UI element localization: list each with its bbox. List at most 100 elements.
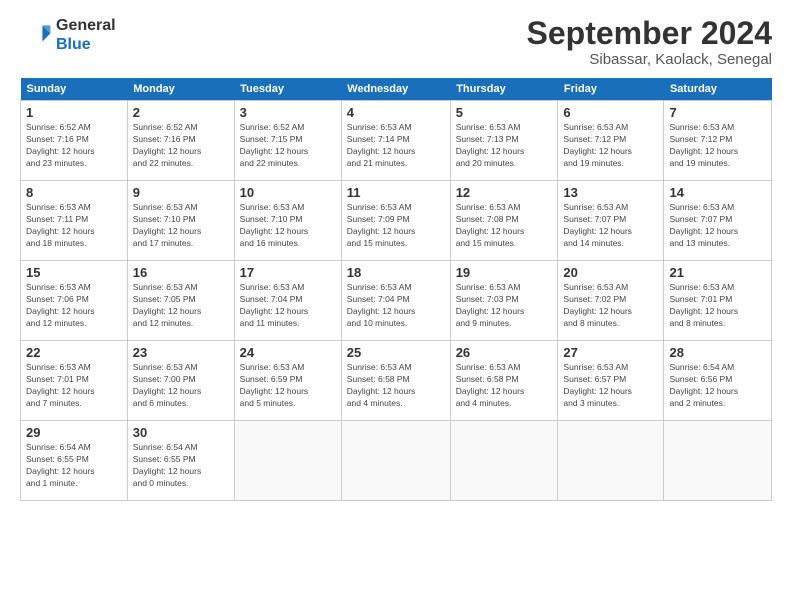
day-number: 29 bbox=[26, 425, 122, 440]
table-row bbox=[234, 421, 341, 501]
day-info: Sunrise: 6:53 AMSunset: 7:07 PMDaylight:… bbox=[563, 202, 658, 250]
day-info: Sunrise: 6:53 AMSunset: 6:58 PMDaylight:… bbox=[347, 362, 445, 410]
table-row: 22 Sunrise: 6:53 AMSunset: 7:01 PMDaylig… bbox=[21, 341, 128, 421]
day-number: 12 bbox=[456, 185, 553, 200]
col-saturday: Saturday bbox=[664, 78, 772, 101]
calendar-week-2: 8 Sunrise: 6:53 AMSunset: 7:11 PMDayligh… bbox=[21, 181, 772, 261]
day-info: Sunrise: 6:53 AMSunset: 6:59 PMDaylight:… bbox=[240, 362, 336, 410]
calendar-week-4: 22 Sunrise: 6:53 AMSunset: 7:01 PMDaylig… bbox=[21, 341, 772, 421]
col-friday: Friday bbox=[558, 78, 664, 101]
day-info: Sunrise: 6:53 AMSunset: 7:01 PMDaylight:… bbox=[26, 362, 122, 410]
day-number: 25 bbox=[347, 345, 445, 360]
day-number: 24 bbox=[240, 345, 336, 360]
col-wednesday: Wednesday bbox=[341, 78, 450, 101]
day-number: 20 bbox=[563, 265, 658, 280]
header: General Blue September 2024 Sibassar, Ka… bbox=[20, 16, 772, 68]
table-row: 2 Sunrise: 6:52 AMSunset: 7:16 PMDayligh… bbox=[127, 101, 234, 181]
day-number: 21 bbox=[669, 265, 766, 280]
month-title: September 2024 bbox=[527, 16, 772, 51]
day-number: 1 bbox=[26, 105, 122, 120]
table-row: 8 Sunrise: 6:53 AMSunset: 7:11 PMDayligh… bbox=[21, 181, 128, 261]
day-info: Sunrise: 6:54 AMSunset: 6:56 PMDaylight:… bbox=[669, 362, 766, 410]
day-info: Sunrise: 6:53 AMSunset: 7:10 PMDaylight:… bbox=[133, 202, 229, 250]
day-number: 4 bbox=[347, 105, 445, 120]
col-monday: Monday bbox=[127, 78, 234, 101]
table-row: 20 Sunrise: 6:53 AMSunset: 7:02 PMDaylig… bbox=[558, 261, 664, 341]
day-number: 22 bbox=[26, 345, 122, 360]
day-number: 7 bbox=[669, 105, 766, 120]
day-info: Sunrise: 6:53 AMSunset: 7:08 PMDaylight:… bbox=[456, 202, 553, 250]
day-info: Sunrise: 6:52 AMSunset: 7:15 PMDaylight:… bbox=[240, 122, 336, 170]
table-row: 25 Sunrise: 6:53 AMSunset: 6:58 PMDaylig… bbox=[341, 341, 450, 421]
table-row: 4 Sunrise: 6:53 AMSunset: 7:14 PMDayligh… bbox=[341, 101, 450, 181]
day-info: Sunrise: 6:53 AMSunset: 7:11 PMDaylight:… bbox=[26, 202, 122, 250]
day-info: Sunrise: 6:53 AMSunset: 7:09 PMDaylight:… bbox=[347, 202, 445, 250]
calendar-week-5: 29 Sunrise: 6:54 AMSunset: 6:55 PMDaylig… bbox=[21, 421, 772, 501]
day-number: 8 bbox=[26, 185, 122, 200]
day-info: Sunrise: 6:53 AMSunset: 7:04 PMDaylight:… bbox=[240, 282, 336, 330]
day-info: Sunrise: 6:53 AMSunset: 7:07 PMDaylight:… bbox=[669, 202, 766, 250]
table-row: 18 Sunrise: 6:53 AMSunset: 7:04 PMDaylig… bbox=[341, 261, 450, 341]
day-number: 28 bbox=[669, 345, 766, 360]
table-row: 12 Sunrise: 6:53 AMSunset: 7:08 PMDaylig… bbox=[450, 181, 558, 261]
day-number: 19 bbox=[456, 265, 553, 280]
day-info: Sunrise: 6:53 AMSunset: 7:04 PMDaylight:… bbox=[347, 282, 445, 330]
day-info: Sunrise: 6:52 AMSunset: 7:16 PMDaylight:… bbox=[133, 122, 229, 170]
day-number: 2 bbox=[133, 105, 229, 120]
table-row: 6 Sunrise: 6:53 AMSunset: 7:12 PMDayligh… bbox=[558, 101, 664, 181]
table-row: 28 Sunrise: 6:54 AMSunset: 6:56 PMDaylig… bbox=[664, 341, 772, 421]
day-number: 10 bbox=[240, 185, 336, 200]
table-row bbox=[664, 421, 772, 501]
day-number: 9 bbox=[133, 185, 229, 200]
day-info: Sunrise: 6:53 AMSunset: 7:02 PMDaylight:… bbox=[563, 282, 658, 330]
day-info: Sunrise: 6:53 AMSunset: 6:57 PMDaylight:… bbox=[563, 362, 658, 410]
day-number: 18 bbox=[347, 265, 445, 280]
logo-blue-text: Blue bbox=[56, 36, 91, 53]
calendar-week-3: 15 Sunrise: 6:53 AMSunset: 7:06 PMDaylig… bbox=[21, 261, 772, 341]
table-row: 24 Sunrise: 6:53 AMSunset: 6:59 PMDaylig… bbox=[234, 341, 341, 421]
table-row: 7 Sunrise: 6:53 AMSunset: 7:12 PMDayligh… bbox=[664, 101, 772, 181]
table-row bbox=[558, 421, 664, 501]
day-info: Sunrise: 6:53 AMSunset: 6:58 PMDaylight:… bbox=[456, 362, 553, 410]
day-number: 23 bbox=[133, 345, 229, 360]
table-row: 11 Sunrise: 6:53 AMSunset: 7:09 PMDaylig… bbox=[341, 181, 450, 261]
day-number: 3 bbox=[240, 105, 336, 120]
col-tuesday: Tuesday bbox=[234, 78, 341, 101]
table-row: 5 Sunrise: 6:53 AMSunset: 7:13 PMDayligh… bbox=[450, 101, 558, 181]
table-row bbox=[341, 421, 450, 501]
day-number: 13 bbox=[563, 185, 658, 200]
col-thursday: Thursday bbox=[450, 78, 558, 101]
day-info: Sunrise: 6:53 AMSunset: 7:01 PMDaylight:… bbox=[669, 282, 766, 330]
day-number: 27 bbox=[563, 345, 658, 360]
table-row: 15 Sunrise: 6:53 AMSunset: 7:06 PMDaylig… bbox=[21, 261, 128, 341]
day-number: 30 bbox=[133, 425, 229, 440]
logo-icon bbox=[20, 19, 52, 51]
calendar-week-1: 1 Sunrise: 6:52 AMSunset: 7:16 PMDayligh… bbox=[21, 101, 772, 181]
table-row: 21 Sunrise: 6:53 AMSunset: 7:01 PMDaylig… bbox=[664, 261, 772, 341]
day-number: 16 bbox=[133, 265, 229, 280]
day-info: Sunrise: 6:53 AMSunset: 7:12 PMDaylight:… bbox=[563, 122, 658, 170]
table-row bbox=[450, 421, 558, 501]
table-row: 3 Sunrise: 6:52 AMSunset: 7:15 PMDayligh… bbox=[234, 101, 341, 181]
day-info: Sunrise: 6:53 AMSunset: 7:00 PMDaylight:… bbox=[133, 362, 229, 410]
day-number: 5 bbox=[456, 105, 553, 120]
day-number: 26 bbox=[456, 345, 553, 360]
table-row: 19 Sunrise: 6:53 AMSunset: 7:03 PMDaylig… bbox=[450, 261, 558, 341]
title-block: September 2024 Sibassar, Kaolack, Senega… bbox=[527, 16, 772, 68]
day-info: Sunrise: 6:53 AMSunset: 7:13 PMDaylight:… bbox=[456, 122, 553, 170]
day-info: Sunrise: 6:53 AMSunset: 7:06 PMDaylight:… bbox=[26, 282, 122, 330]
day-number: 11 bbox=[347, 185, 445, 200]
day-info: Sunrise: 6:53 AMSunset: 7:14 PMDaylight:… bbox=[347, 122, 445, 170]
day-number: 6 bbox=[563, 105, 658, 120]
table-row: 13 Sunrise: 6:53 AMSunset: 7:07 PMDaylig… bbox=[558, 181, 664, 261]
day-info: Sunrise: 6:52 AMSunset: 7:16 PMDaylight:… bbox=[26, 122, 122, 170]
day-info: Sunrise: 6:54 AMSunset: 6:55 PMDaylight:… bbox=[133, 442, 229, 490]
day-info: Sunrise: 6:53 AMSunset: 7:05 PMDaylight:… bbox=[133, 282, 229, 330]
logo-general-text: General bbox=[56, 17, 116, 34]
table-row: 14 Sunrise: 6:53 AMSunset: 7:07 PMDaylig… bbox=[664, 181, 772, 261]
table-row: 1 Sunrise: 6:52 AMSunset: 7:16 PMDayligh… bbox=[21, 101, 128, 181]
day-info: Sunrise: 6:53 AMSunset: 7:03 PMDaylight:… bbox=[456, 282, 553, 330]
table-row: 27 Sunrise: 6:53 AMSunset: 6:57 PMDaylig… bbox=[558, 341, 664, 421]
calendar-table: Sunday Monday Tuesday Wednesday Thursday… bbox=[20, 78, 772, 501]
day-number: 15 bbox=[26, 265, 122, 280]
